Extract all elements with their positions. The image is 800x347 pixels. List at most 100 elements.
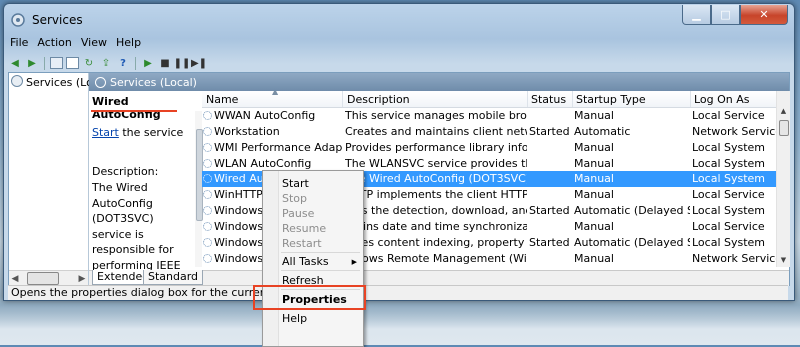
description-text: The Wired AutoConfig (DOT3SVC) service i… [92, 181, 181, 270]
cell-name: WLAN AutoConfig [202, 157, 342, 170]
pane-header-title: Services (Local) [110, 76, 197, 89]
close-button[interactable]: ✕ [740, 5, 788, 25]
restart-icon[interactable]: ▶❚ [191, 57, 207, 70]
cell-log-on-as: Network Service [692, 124, 776, 138]
service-gear-icon [203, 126, 212, 136]
minimize-button[interactable]: ▁ [682, 5, 711, 25]
scroll-thumb[interactable] [27, 272, 59, 285]
desktop-background [0, 305, 800, 345]
details-area: Services (Local) Wired AutoConfig Start … [89, 73, 790, 285]
pause-icon[interactable]: ❚❚ [174, 57, 191, 70]
services-window: Services ▁ □ ✕ File Action View Help ◀ ▶… [3, 3, 795, 301]
toolbar: ◀ ▶ ↻ ⇪ ? ▶ ■ ❚❚ ▶❚ [8, 55, 207, 71]
play-icon[interactable]: ▶ [141, 57, 155, 70]
cell-status: Started [529, 124, 570, 138]
cell-startup-type: Manual [574, 156, 614, 170]
column-header-description[interactable]: Description [347, 93, 410, 106]
annotation-underline [91, 110, 177, 112]
context-menu-gutter [263, 171, 279, 346]
context-menu: Start Stop Pause Resume Restart All Task… [262, 170, 364, 347]
table-row[interactable]: WLAN AutoConfig The WLANSVC service prov… [202, 156, 776, 172]
column-header-startup-type[interactable]: Startup Type [576, 93, 646, 106]
services-node-icon [11, 75, 23, 87]
client-area: Services (Lo ◀ ▶ Services (Local) Wired … [8, 72, 790, 286]
menu-item-start[interactable]: Start [282, 177, 309, 190]
cell-status: Started [529, 235, 570, 249]
console-tree-icon[interactable] [50, 57, 63, 69]
submenu-arrow-icon: ▶ [351, 258, 357, 266]
column-divider[interactable] [342, 91, 343, 107]
cell-description: Creates and maintains client network co.… [345, 124, 527, 138]
stop-icon[interactable]: ■ [158, 57, 172, 70]
properties-icon[interactable] [66, 57, 79, 69]
cell-startup-type: Manual [574, 219, 614, 233]
column-header-status[interactable]: Status [531, 93, 566, 106]
description-pane: Wired AutoConfig Start the service Descr… [89, 91, 195, 270]
menu-item-help[interactable]: Help [282, 312, 307, 325]
back-icon[interactable]: ◀ [8, 57, 22, 70]
service-name-heading: Wired AutoConfig [92, 95, 161, 121]
title-bar[interactable]: Services ▁ □ ✕ [4, 4, 794, 34]
close-icon: ✕ [759, 8, 769, 21]
maximize-icon: □ [720, 8, 731, 21]
cell-log-on-as: Network Service [692, 251, 776, 265]
column-header-name[interactable]: Name [206, 93, 238, 106]
tree-item-services[interactable]: Services (Lo [11, 75, 93, 89]
column-header-log-on-as[interactable]: Log On As [694, 93, 750, 106]
table-row[interactable]: WMI Performance Adapter Provides perform… [202, 140, 776, 156]
scroll-left-icon[interactable]: ◀ [9, 274, 21, 284]
scroll-right-icon[interactable]: ▶ [76, 274, 88, 284]
minimize-icon: ▁ [692, 8, 701, 21]
window-title: Services [32, 13, 83, 27]
cell-log-on-as: Local Service [692, 188, 765, 202]
cell-status: Started [529, 204, 570, 218]
table-row[interactable]: Workstation Creates and maintains client… [202, 124, 776, 140]
cell-startup-type: Manual [574, 251, 614, 265]
cell-startup-type: Manual [574, 109, 614, 122]
service-gear-icon [203, 253, 212, 263]
help-icon[interactable]: ? [116, 57, 130, 70]
cell-name: WWAN AutoConfig [202, 109, 342, 122]
menu-action[interactable]: Action [37, 36, 71, 52]
list-vertical-scrollbar[interactable]: ▲ ▼ [776, 91, 790, 267]
column-divider[interactable] [572, 91, 573, 107]
menu-item-all-tasks[interactable]: All Tasks [282, 255, 329, 268]
table-row[interactable]: WWAN AutoConfig This service manages mob… [202, 108, 776, 124]
cell-startup-type: Manual [574, 140, 614, 154]
menu-item-restart: Restart [282, 237, 322, 250]
cell-startup-type: Manual [574, 188, 614, 202]
pane-header: Services (Local) [89, 73, 789, 91]
services-pane-icon [95, 77, 106, 88]
cell-log-on-as: Local System [692, 156, 766, 170]
maximize-button[interactable]: □ [711, 5, 740, 25]
menu-help[interactable]: Help [116, 36, 141, 52]
description-scrollbar[interactable] [195, 111, 203, 267]
cell-description: HTTP implements the client HTTP st... [345, 188, 527, 202]
scroll-up-icon[interactable]: ▲ [777, 105, 790, 118]
console-tree: Services (Lo ◀ ▶ [9, 73, 93, 286]
start-service-suffix: the service [118, 126, 184, 139]
refresh-icon[interactable]: ↻ [82, 57, 96, 70]
menu-bar: File Action View Help [8, 36, 141, 52]
services-app-icon [11, 13, 25, 27]
cell-startup-type: Automatic (Delayed Start) [574, 235, 690, 249]
scroll-down-icon[interactable]: ▼ [777, 254, 790, 267]
list-scroll-thumb[interactable] [779, 120, 789, 136]
menu-item-stop: Stop [282, 192, 308, 205]
forward-icon[interactable]: ▶ [25, 57, 39, 70]
sort-caret-icon: ▲ [272, 91, 279, 96]
tree-horizontal-scrollbar[interactable]: ◀ ▶ [9, 270, 88, 286]
menu-view[interactable]: View [81, 36, 107, 52]
column-divider[interactable] [690, 91, 691, 107]
tree-item-label: Services (Lo [26, 76, 93, 89]
column-divider[interactable] [527, 91, 528, 107]
start-service-line: Start the service [92, 126, 183, 139]
tab-standard[interactable]: Standard [143, 270, 204, 285]
start-service-link[interactable]: Start [92, 126, 119, 139]
export-icon[interactable]: ⇪ [99, 57, 113, 70]
cell-log-on-as: Local System [692, 172, 766, 186]
cell-description: indows Remote Management (WinR... [345, 251, 527, 265]
cell-description: The Wired AutoConfig (DOT3SVC) servi... [345, 172, 527, 186]
menu-file[interactable]: File [10, 36, 28, 52]
status-bar: Opens the properties dialog box for the … [8, 285, 788, 300]
